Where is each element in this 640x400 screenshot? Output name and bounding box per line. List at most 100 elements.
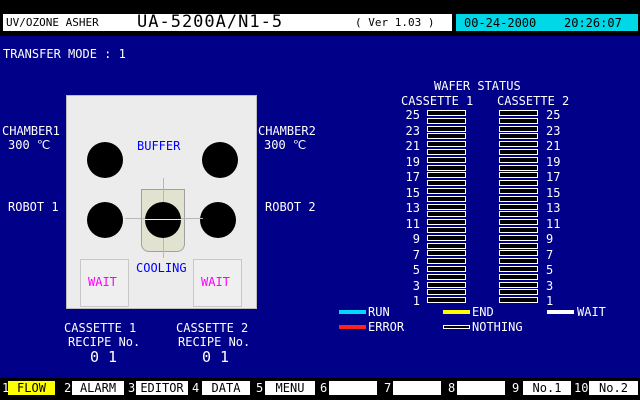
wafer-slot[interactable] bbox=[499, 297, 538, 304]
slot-number: 23 bbox=[546, 123, 561, 138]
wafer-slot[interactable] bbox=[427, 133, 466, 140]
robot1-wafer[interactable] bbox=[87, 202, 123, 238]
legend-end-label: END bbox=[472, 305, 494, 319]
app-name: UV/OZONE ASHER bbox=[6, 16, 99, 29]
datetime-box: 00-24-2000 20:26:07 bbox=[456, 14, 638, 31]
fk9-number: 9 bbox=[512, 381, 520, 395]
fk-data-button[interactable]: DATA bbox=[202, 381, 250, 395]
wafer-slot[interactable] bbox=[499, 133, 538, 140]
wafer-slot[interactable] bbox=[427, 156, 466, 163]
legend-nothing-swatch bbox=[443, 325, 470, 329]
wafer-slot[interactable] bbox=[499, 242, 538, 249]
chamber2-temp: 300 ℃ bbox=[264, 138, 307, 152]
wafer-slot[interactable] bbox=[499, 156, 538, 163]
wafer-slot[interactable] bbox=[427, 172, 466, 179]
slot-number: 25 bbox=[546, 108, 561, 122]
fk4-number: 4 bbox=[192, 381, 200, 395]
wait-right-pad[interactable]: WAIT bbox=[193, 259, 242, 307]
wafer-slot[interactable] bbox=[427, 141, 466, 148]
wafer-slot[interactable] bbox=[427, 180, 466, 187]
slot-number: 21 bbox=[405, 139, 420, 153]
fk-no1-button[interactable]: No.1 bbox=[523, 381, 571, 395]
wafer-slot[interactable] bbox=[427, 281, 466, 288]
wafer-slot[interactable] bbox=[499, 234, 538, 241]
wafer-slot[interactable] bbox=[427, 219, 466, 226]
wafer-slot[interactable] bbox=[499, 164, 538, 171]
fk7-button[interactable] bbox=[393, 381, 441, 395]
fk-no2-button[interactable]: No.2 bbox=[589, 381, 638, 395]
slot-number: 5 bbox=[412, 263, 420, 277]
wafer-slot[interactable] bbox=[427, 242, 466, 249]
slot-number: 11 bbox=[546, 216, 561, 231]
wafer-slot[interactable] bbox=[427, 110, 466, 116]
slot-number: 5 bbox=[546, 263, 554, 277]
wafer-slot[interactable] bbox=[427, 289, 466, 296]
wafer-slot[interactable] bbox=[499, 258, 538, 265]
wafer-slot[interactable] bbox=[499, 289, 538, 296]
legend-error-swatch bbox=[339, 325, 366, 329]
legend-nothing-label: NOTHING bbox=[472, 320, 523, 334]
wafer-slot[interactable] bbox=[499, 203, 538, 210]
slot-number: 13 bbox=[405, 201, 420, 215]
slot-number: 7 bbox=[546, 247, 554, 262]
wafer-slot[interactable] bbox=[499, 125, 538, 132]
wafer-slot[interactable] bbox=[427, 149, 466, 155]
wafer-slot[interactable] bbox=[499, 219, 538, 226]
wafer-slot[interactable] bbox=[499, 110, 538, 116]
fk8-button[interactable] bbox=[457, 381, 505, 395]
wafer-slot[interactable] bbox=[427, 117, 466, 124]
slot-number: 15 bbox=[546, 185, 561, 200]
cassette1-title: CASSETTE 1 bbox=[64, 321, 137, 335]
wafer-slot[interactable] bbox=[427, 297, 466, 304]
wafer-slot[interactable] bbox=[427, 188, 466, 194]
slot-number: 23 bbox=[405, 123, 420, 138]
wafer-slot[interactable] bbox=[427, 266, 466, 272]
wafer-slot[interactable] bbox=[427, 250, 466, 257]
wafer-slot[interactable] bbox=[499, 211, 538, 218]
fk-menu-button[interactable]: MENU bbox=[265, 381, 315, 395]
fk7-number: 7 bbox=[384, 381, 392, 395]
fk-flow-button[interactable]: FLOW bbox=[8, 381, 55, 395]
wafer-slot[interactable] bbox=[499, 250, 538, 257]
wait-left-label: WAIT bbox=[88, 275, 117, 289]
wafer-slot[interactable] bbox=[499, 188, 538, 194]
wafer-slot[interactable] bbox=[499, 149, 538, 155]
wafer-slot[interactable] bbox=[499, 180, 538, 187]
wafer-slot[interactable] bbox=[427, 211, 466, 218]
chamber1-wafer[interactable] bbox=[87, 142, 123, 178]
wafer-slot[interactable] bbox=[499, 141, 538, 148]
wafer-slot[interactable] bbox=[499, 195, 538, 202]
chamber2-wafer[interactable] bbox=[202, 142, 238, 178]
fk2-number: 2 bbox=[64, 381, 72, 395]
cooling-wafer[interactable] bbox=[145, 202, 181, 238]
wafer-slot[interactable] bbox=[499, 117, 538, 124]
robot2-wafer[interactable] bbox=[200, 202, 236, 238]
legend-error-label: ERROR bbox=[368, 320, 405, 334]
wafer-slot[interactable] bbox=[499, 266, 538, 272]
wafer-slot[interactable] bbox=[427, 164, 466, 171]
wafer-slot[interactable] bbox=[427, 258, 466, 265]
function-key-bar: 1 FLOW 2 ALARM 3 EDITOR 4 DATA 5 MENU 6 … bbox=[0, 378, 640, 400]
legend-end-swatch bbox=[443, 310, 470, 314]
wait-left-pad[interactable]: WAIT bbox=[80, 259, 129, 307]
wafer-slot[interactable] bbox=[427, 234, 466, 241]
wafer-slot[interactable] bbox=[499, 227, 538, 233]
wafer-slot[interactable] bbox=[427, 195, 466, 202]
fk-alarm-button[interactable]: ALARM bbox=[72, 381, 124, 395]
fk-editor-button[interactable]: EDITOR bbox=[136, 381, 188, 395]
wafer-slot[interactable] bbox=[427, 227, 466, 233]
fk6-button[interactable] bbox=[329, 381, 377, 395]
fk3-number: 3 bbox=[128, 381, 136, 395]
slot-number: 7 bbox=[412, 247, 420, 262]
wafer-slot[interactable] bbox=[499, 281, 538, 288]
wafer-slot[interactable] bbox=[427, 203, 466, 210]
chamber1-temp: 300 ℃ bbox=[8, 138, 51, 152]
wafer-slot[interactable] bbox=[427, 125, 466, 132]
wafer-slot[interactable] bbox=[427, 273, 466, 280]
version-label: ( Ver 1.03 ) bbox=[355, 16, 435, 29]
chamber1-label: CHAMBER1 300 ℃ bbox=[2, 124, 60, 152]
slot-number: 15 bbox=[405, 185, 420, 200]
transfer-mode: TRANSFER MODE : 1 bbox=[3, 47, 126, 61]
wafer-slot[interactable] bbox=[499, 273, 538, 280]
wafer-slot[interactable] bbox=[499, 172, 538, 179]
